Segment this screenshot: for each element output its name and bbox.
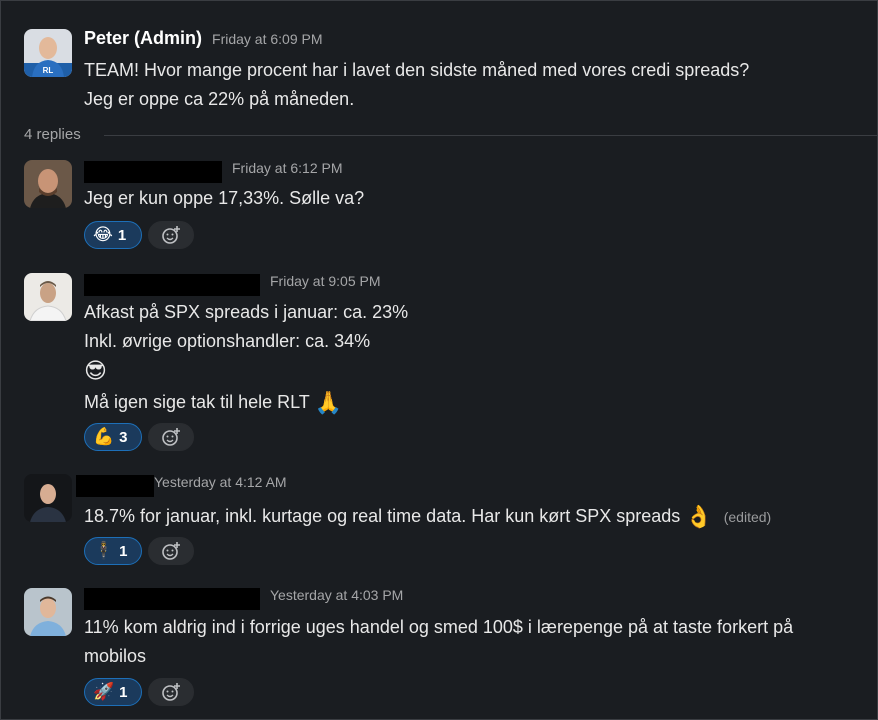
- sunglasses-emoji-icon: 😎: [84, 358, 107, 383]
- add-reaction-button[interactable]: [148, 221, 194, 249]
- message-line: Må igen sige tak til hele RLT: [84, 392, 310, 412]
- message-text: Jeg er kun oppe 17,33%. Sølle va?: [84, 188, 365, 208]
- timestamp[interactable]: Yesterday at 4:03 PM: [270, 587, 403, 603]
- avatar[interactable]: RL: [24, 29, 72, 77]
- message-text: Inkl. øvrige optionshandler: ca. 34%: [84, 331, 371, 351]
- message-text: 11% kom aldrig ind i forrige uges handel…: [84, 617, 794, 637]
- redacted-author-name: [84, 588, 260, 610]
- add-reaction-icon: [162, 683, 180, 701]
- timestamp[interactable]: Friday at 6:12 PM: [232, 160, 343, 176]
- divider: [104, 135, 878, 136]
- message-text: Må igen sige tak til hele RLT 🙏: [84, 390, 342, 416]
- reaction-button[interactable]: 🕴 1: [84, 537, 142, 565]
- folded-hands-emoji-icon: 🙏: [314, 390, 342, 415]
- message-text: 😎: [84, 358, 107, 384]
- reaction-count: 3: [119, 428, 128, 446]
- avatar[interactable]: [24, 160, 72, 208]
- reaction-bar: 💪 3: [84, 423, 194, 451]
- timestamp[interactable]: Friday at 6:09 PM: [212, 31, 323, 47]
- svg-text:RL: RL: [43, 66, 54, 75]
- add-reaction-icon: [162, 226, 180, 244]
- message-text: mobilos: [84, 646, 147, 666]
- ok-hand-emoji-icon: 👌: [685, 504, 713, 529]
- reaction-button[interactable]: 🚀 1: [84, 678, 142, 706]
- redacted-author-name: [76, 475, 154, 497]
- redacted-author-name: [84, 274, 260, 296]
- message-text: Jeg er oppe ca 22% på måneden.: [84, 89, 355, 109]
- avatar[interactable]: [24, 588, 72, 636]
- reply-count: 4 replies: [24, 126, 81, 143]
- levitating-man-emoji-icon: 🕴: [93, 541, 115, 560]
- message-line: 18.7% for januar, inkl. kurtage og real …: [84, 506, 681, 526]
- add-reaction-icon: [162, 428, 180, 446]
- timestamp[interactable]: Friday at 9:05 PM: [270, 273, 381, 289]
- add-reaction-button[interactable]: [148, 423, 194, 451]
- avatar[interactable]: [24, 474, 72, 522]
- redacted-author-name: [84, 161, 222, 183]
- reaction-bar: 🚀 1: [84, 678, 194, 706]
- add-reaction-icon: [162, 542, 180, 560]
- reaction-bar: 🕴 1: [84, 537, 194, 565]
- timestamp[interactable]: Yesterday at 4:12 AM: [154, 474, 287, 490]
- message-text: TEAM! Hvor mange procent har i lavet den…: [84, 60, 750, 80]
- message-text: 18.7% for januar, inkl. kurtage og real …: [84, 504, 771, 530]
- edited-label: (edited): [723, 509, 772, 525]
- joy-emoji-icon: 😂: [93, 225, 113, 244]
- reaction-button[interactable]: 💪 3: [84, 423, 142, 451]
- rocket-emoji-icon: 🚀: [93, 682, 115, 701]
- reaction-count: 1: [119, 542, 128, 560]
- message-text: Afkast på SPX spreads i januar: ca. 23%: [84, 302, 409, 322]
- flexed-biceps-emoji-icon: 💪: [93, 427, 115, 446]
- add-reaction-button[interactable]: [148, 537, 194, 565]
- reaction-button[interactable]: 😂 1: [84, 221, 142, 249]
- avatar[interactable]: [24, 273, 72, 321]
- add-reaction-button[interactable]: [148, 678, 194, 706]
- reaction-count: 1: [119, 683, 128, 701]
- author-name[interactable]: Peter (Admin): [84, 28, 202, 49]
- reaction-bar: 😂 1: [84, 221, 194, 249]
- reaction-count: 1: [117, 226, 127, 244]
